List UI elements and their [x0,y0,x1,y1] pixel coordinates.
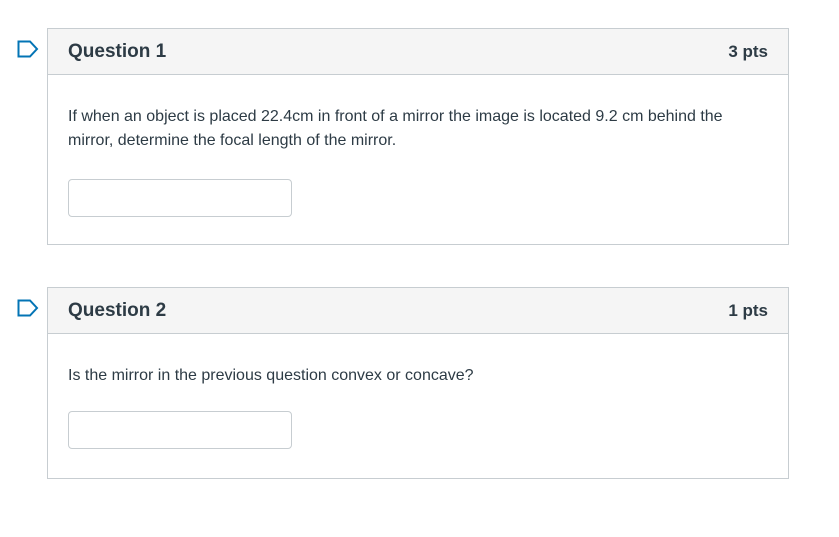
question-1-answer-input[interactable] [68,179,292,217]
question-2-answer-input[interactable] [68,411,292,449]
question-2-title: Question 2 [68,299,167,321]
question-1-title: Question 1 [68,40,167,62]
question-1-body: If when an object is placed 22.4cm in fr… [48,75,788,217]
question-1-header: Question 1 3 pts [48,29,788,75]
question-2-header: Question 2 1 pts [48,288,788,334]
question-2-text: Is the mirror in the previous question c… [68,367,474,384]
question-2-card: Question 2 1 pts Is the mirror in the pr… [47,287,789,479]
question-2-flag-icon[interactable] [17,299,39,317]
question-1-flag-icon[interactable] [17,40,39,58]
question-1-points: 3 pts [728,41,768,61]
question-2-body: Is the mirror in the previous question c… [48,334,788,449]
question-1-card: Question 1 3 pts If when an object is pl… [47,28,789,245]
question-2-points: 1 pts [728,300,768,320]
question-1-text: If when an object is placed 22.4cm in fr… [68,108,723,149]
